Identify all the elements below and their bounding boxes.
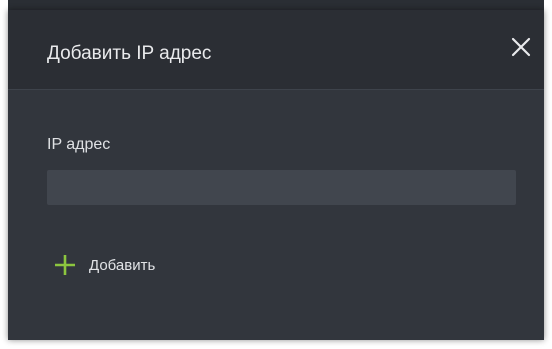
plus-icon — [55, 255, 75, 275]
dialog-title: Добавить IP адрес — [47, 43, 212, 64]
background-window-strip — [8, 0, 544, 10]
add-button-label: Добавить — [89, 256, 156, 274]
add-ip-dialog: Добавить IP адрес IP адрес Добавить — [8, 10, 544, 340]
close-icon — [511, 37, 531, 57]
ip-address-input[interactable] — [47, 170, 516, 205]
add-button[interactable]: Добавить — [54, 250, 155, 280]
ip-address-label: IP адрес — [47, 136, 111, 153]
dialog-header: Добавить IP адрес — [8, 10, 544, 90]
close-button[interactable] — [506, 32, 536, 62]
dialog-body: IP адрес Добавить — [8, 90, 544, 340]
